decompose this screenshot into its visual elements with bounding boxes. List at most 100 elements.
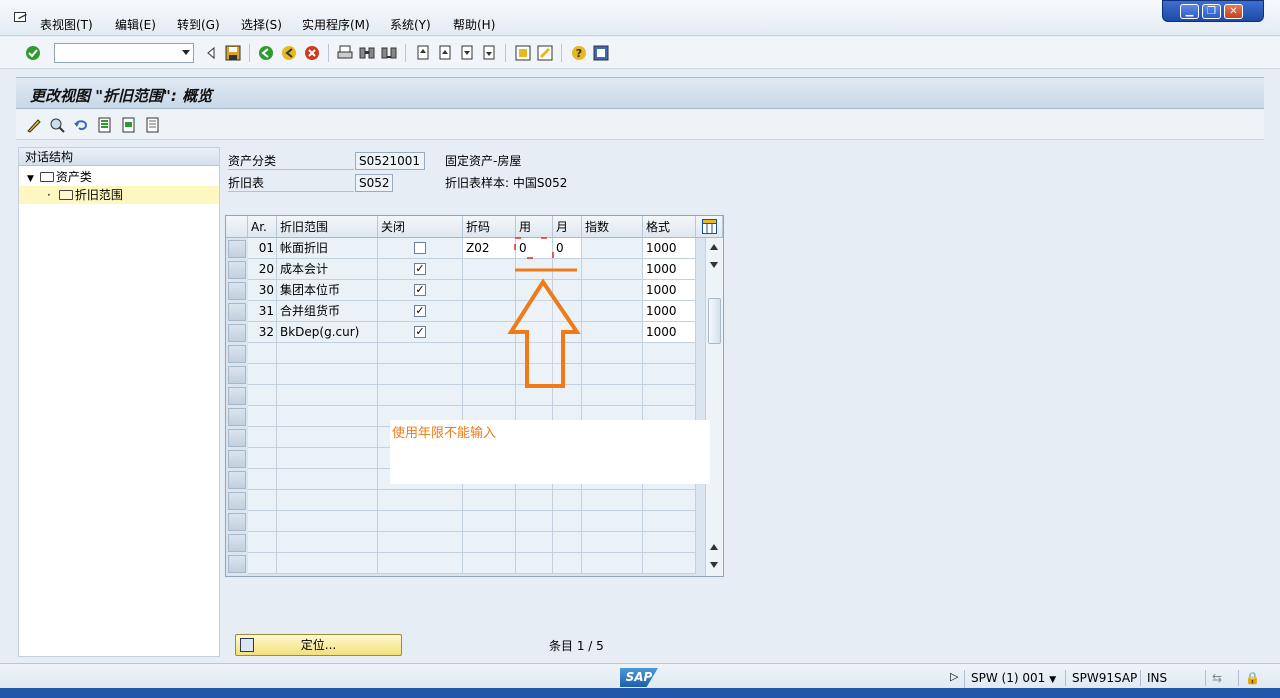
position-button[interactable]: 定位... bbox=[235, 634, 402, 656]
system-info[interactable]: SPW (1) 001 ▼ bbox=[964, 670, 1064, 688]
row-select-button[interactable] bbox=[228, 345, 246, 363]
menu-edit[interactable]: 编辑(E) bbox=[115, 16, 156, 33]
previous-page-icon[interactable] bbox=[437, 45, 453, 61]
row-select-button[interactable] bbox=[228, 282, 246, 300]
row-select-button[interactable] bbox=[228, 261, 246, 279]
back-icon[interactable] bbox=[258, 45, 274, 61]
closed-checkbox[interactable] bbox=[414, 242, 426, 254]
select-all-icon[interactable] bbox=[97, 117, 113, 133]
column-header-index[interactable]: 指数 bbox=[582, 216, 643, 238]
enter-check-icon[interactable] bbox=[25, 45, 41, 61]
details-icon[interactable] bbox=[49, 117, 65, 133]
select-block-icon[interactable] bbox=[121, 117, 137, 133]
expand-triangle-icon[interactable]: ▼ bbox=[27, 174, 34, 184]
column-header-useful-life[interactable]: 用 bbox=[516, 216, 553, 238]
system-dropdown-icon[interactable]: ▼ bbox=[1049, 675, 1056, 685]
menu-system[interactable]: 系统(Y) bbox=[390, 16, 431, 33]
scroll-down-icon[interactable] bbox=[710, 262, 718, 268]
closed-checkbox[interactable]: ✓ bbox=[414, 263, 426, 275]
scroll-page-up-icon[interactable] bbox=[710, 544, 718, 550]
menu-goto[interactable]: 转到(G) bbox=[177, 16, 220, 33]
system-menu-icon[interactable] bbox=[14, 12, 28, 24]
minimize-icon[interactable]: ▁ bbox=[1180, 4, 1199, 19]
table-vertical-scrollbar[interactable] bbox=[705, 238, 723, 576]
column-header-area[interactable]: Ar. bbox=[248, 216, 277, 238]
row-select-all[interactable] bbox=[226, 216, 248, 238]
cell-ar: 30 bbox=[248, 280, 277, 301]
tree-node-asset-class[interactable]: ▼ 资产类 bbox=[27, 168, 92, 186]
cell-index bbox=[582, 259, 643, 280]
cell-closed bbox=[378, 553, 463, 574]
column-header-depreciation-area[interactable]: 折旧范围 bbox=[277, 216, 378, 238]
cell-closed bbox=[378, 532, 463, 553]
save-icon[interactable] bbox=[225, 45, 241, 61]
cell-closed bbox=[378, 511, 463, 532]
new-session-icon[interactable] bbox=[515, 45, 531, 61]
scroll-page-down-icon[interactable] bbox=[710, 562, 718, 568]
undo-change-icon[interactable] bbox=[73, 117, 89, 133]
shortcut-icon[interactable] bbox=[537, 45, 553, 61]
cell-closed bbox=[378, 490, 463, 511]
command-field[interactable] bbox=[54, 43, 194, 63]
cell-layout[interactable]: 1000 bbox=[643, 280, 696, 301]
table-row bbox=[226, 490, 705, 511]
row-select-button[interactable] bbox=[228, 534, 246, 552]
table-settings-icon[interactable] bbox=[702, 219, 717, 234]
first-page-icon[interactable] bbox=[415, 45, 431, 61]
sap-logo-icon: SAP bbox=[620, 668, 658, 687]
help-icon[interactable]: ? bbox=[571, 45, 587, 61]
last-page-icon[interactable] bbox=[481, 45, 497, 61]
find-next-icon[interactable] bbox=[381, 45, 397, 61]
cell-name: 集团本位币 bbox=[277, 280, 378, 301]
column-header-closed[interactable]: 关闭 bbox=[378, 216, 463, 238]
row-select-button[interactable] bbox=[228, 450, 246, 468]
row-select-button[interactable] bbox=[228, 240, 246, 258]
cell-index bbox=[582, 490, 643, 511]
lock-icon[interactable]: 🔒 bbox=[1238, 670, 1268, 686]
menu-help[interactable]: 帮助(H) bbox=[453, 16, 495, 33]
cell-layout bbox=[643, 343, 696, 364]
customize-layout-icon[interactable] bbox=[593, 45, 609, 61]
menu-table-view[interactable]: 表视图(T) bbox=[40, 16, 93, 33]
row-select-button[interactable] bbox=[228, 513, 246, 531]
print-icon[interactable] bbox=[337, 45, 353, 61]
column-header-dep-key[interactable]: 折码 bbox=[463, 216, 516, 238]
chevron-down-icon[interactable] bbox=[182, 50, 190, 55]
insert-mode[interactable]: INS bbox=[1140, 670, 1170, 686]
status-expand-icon[interactable]: ▷ bbox=[950, 670, 958, 683]
next-page-icon[interactable] bbox=[459, 45, 475, 61]
menu-selection[interactable]: 选择(S) bbox=[241, 16, 282, 33]
column-header-period[interactable]: 月 bbox=[553, 216, 582, 238]
tree-node-depreciation-area[interactable]: · 折旧范围 bbox=[19, 186, 219, 204]
back-triangle-icon[interactable] bbox=[203, 45, 219, 61]
column-header-layout[interactable]: 格式 bbox=[643, 216, 696, 238]
closed-checkbox[interactable]: ✓ bbox=[414, 326, 426, 338]
scroll-up-icon[interactable] bbox=[710, 244, 718, 250]
row-select-button[interactable] bbox=[228, 492, 246, 510]
display-change-icon[interactable] bbox=[26, 117, 42, 133]
row-select-button[interactable] bbox=[228, 303, 246, 321]
close-icon[interactable]: ✕ bbox=[1224, 4, 1243, 19]
row-select-button[interactable] bbox=[228, 366, 246, 384]
menu-utilities[interactable]: 实用程序(M) bbox=[302, 16, 370, 33]
cell-layout[interactable]: 1000 bbox=[643, 259, 696, 280]
cancel-icon[interactable] bbox=[304, 45, 320, 61]
find-icon[interactable] bbox=[359, 45, 375, 61]
row-select-button[interactable] bbox=[228, 408, 246, 426]
row-select-button[interactable] bbox=[228, 387, 246, 405]
closed-checkbox[interactable]: ✓ bbox=[414, 284, 426, 296]
row-select-button[interactable] bbox=[228, 429, 246, 447]
row-select-button[interactable] bbox=[228, 555, 246, 573]
row-select-button[interactable] bbox=[228, 324, 246, 342]
exit-icon[interactable] bbox=[281, 45, 297, 61]
deselect-all-icon[interactable] bbox=[145, 117, 161, 133]
table-settings[interactable] bbox=[696, 216, 723, 238]
scroll-thumb[interactable] bbox=[708, 298, 721, 344]
closed-checkbox[interactable]: ✓ bbox=[414, 305, 426, 317]
cell-ar: 32 bbox=[248, 322, 277, 343]
cell-layout[interactable]: 1000 bbox=[643, 322, 696, 343]
restore-icon[interactable]: ❐ bbox=[1202, 4, 1221, 19]
cell-layout[interactable]: 1000 bbox=[643, 301, 696, 322]
row-select-button[interactable] bbox=[228, 471, 246, 489]
cell-layout[interactable]: 1000 bbox=[643, 238, 696, 259]
